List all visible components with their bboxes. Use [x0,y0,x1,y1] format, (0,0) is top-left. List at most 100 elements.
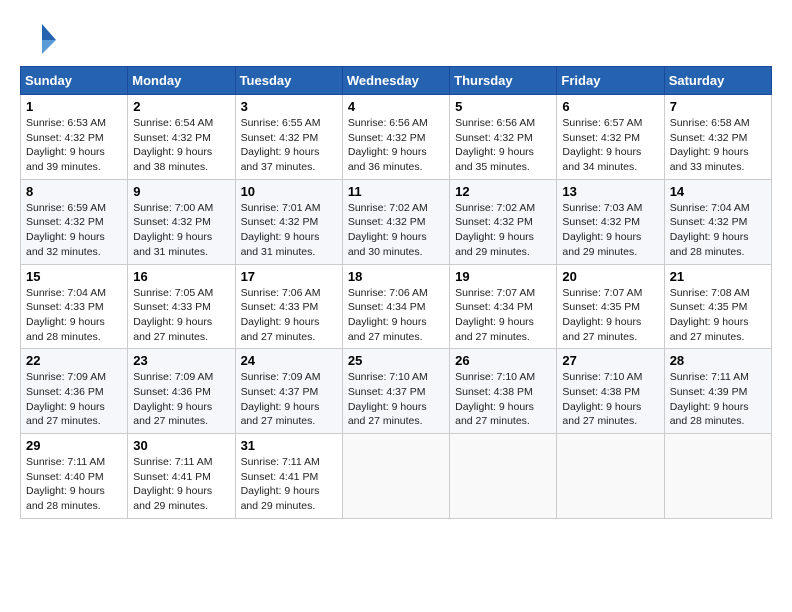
calendar-cell: 5 Sunrise: 6:56 AM Sunset: 4:32 PM Dayli… [450,95,557,180]
day-number: 31 [241,438,337,453]
calendar-cell: 13 Sunrise: 7:03 AM Sunset: 4:32 PM Dayl… [557,179,664,264]
calendar-cell: 23 Sunrise: 7:09 AM Sunset: 4:36 PM Dayl… [128,349,235,434]
day-info: Sunrise: 6:54 AM Sunset: 4:32 PM Dayligh… [133,116,229,175]
day-number: 17 [241,269,337,284]
calendar-cell: 27 Sunrise: 7:10 AM Sunset: 4:38 PM Dayl… [557,349,664,434]
calendar-cell: 22 Sunrise: 7:09 AM Sunset: 4:36 PM Dayl… [21,349,128,434]
calendar-cell: 21 Sunrise: 7:08 AM Sunset: 4:35 PM Dayl… [664,264,771,349]
day-number: 1 [26,99,122,114]
day-info: Sunrise: 7:01 AM Sunset: 4:32 PM Dayligh… [241,201,337,260]
day-info: Sunrise: 7:04 AM Sunset: 4:33 PM Dayligh… [26,286,122,345]
day-header-thursday: Thursday [450,67,557,95]
day-number: 10 [241,184,337,199]
day-number: 30 [133,438,229,453]
logo-icon [22,20,58,56]
calendar-cell: 25 Sunrise: 7:10 AM Sunset: 4:37 PM Dayl… [342,349,449,434]
calendar-cell [450,434,557,519]
day-info: Sunrise: 7:08 AM Sunset: 4:35 PM Dayligh… [670,286,766,345]
day-info: Sunrise: 6:56 AM Sunset: 4:32 PM Dayligh… [455,116,551,175]
day-info: Sunrise: 7:07 AM Sunset: 4:34 PM Dayligh… [455,286,551,345]
day-number: 7 [670,99,766,114]
day-number: 18 [348,269,444,284]
calendar-cell [664,434,771,519]
calendar-cell: 29 Sunrise: 7:11 AM Sunset: 4:40 PM Dayl… [21,434,128,519]
calendar-cell: 4 Sunrise: 6:56 AM Sunset: 4:32 PM Dayli… [342,95,449,180]
day-info: Sunrise: 7:05 AM Sunset: 4:33 PM Dayligh… [133,286,229,345]
day-header-saturday: Saturday [664,67,771,95]
calendar-table: SundayMondayTuesdayWednesdayThursdayFrid… [20,66,772,519]
day-number: 26 [455,353,551,368]
calendar-cell: 11 Sunrise: 7:02 AM Sunset: 4:32 PM Dayl… [342,179,449,264]
calendar-cell: 1 Sunrise: 6:53 AM Sunset: 4:32 PM Dayli… [21,95,128,180]
day-header-monday: Monday [128,67,235,95]
calendar-cell: 19 Sunrise: 7:07 AM Sunset: 4:34 PM Dayl… [450,264,557,349]
logo [20,20,58,56]
calendar-cell: 2 Sunrise: 6:54 AM Sunset: 4:32 PM Dayli… [128,95,235,180]
day-number: 27 [562,353,658,368]
calendar-cell: 12 Sunrise: 7:02 AM Sunset: 4:32 PM Dayl… [450,179,557,264]
day-number: 12 [455,184,551,199]
calendar-cell: 17 Sunrise: 7:06 AM Sunset: 4:33 PM Dayl… [235,264,342,349]
day-number: 5 [455,99,551,114]
day-info: Sunrise: 6:59 AM Sunset: 4:32 PM Dayligh… [26,201,122,260]
day-info: Sunrise: 7:10 AM Sunset: 4:38 PM Dayligh… [562,370,658,429]
header [20,20,772,56]
day-header-friday: Friday [557,67,664,95]
calendar-cell: 6 Sunrise: 6:57 AM Sunset: 4:32 PM Dayli… [557,95,664,180]
day-info: Sunrise: 7:00 AM Sunset: 4:32 PM Dayligh… [133,201,229,260]
calendar-cell: 14 Sunrise: 7:04 AM Sunset: 4:32 PM Dayl… [664,179,771,264]
day-number: 8 [26,184,122,199]
day-header-sunday: Sunday [21,67,128,95]
day-number: 2 [133,99,229,114]
day-number: 22 [26,353,122,368]
days-header-row: SundayMondayTuesdayWednesdayThursdayFrid… [21,67,772,95]
calendar-cell: 9 Sunrise: 7:00 AM Sunset: 4:32 PM Dayli… [128,179,235,264]
calendar-cell: 15 Sunrise: 7:04 AM Sunset: 4:33 PM Dayl… [21,264,128,349]
day-number: 9 [133,184,229,199]
day-info: Sunrise: 7:06 AM Sunset: 4:34 PM Dayligh… [348,286,444,345]
day-number: 6 [562,99,658,114]
day-number: 14 [670,184,766,199]
day-number: 25 [348,353,444,368]
day-info: Sunrise: 6:53 AM Sunset: 4:32 PM Dayligh… [26,116,122,175]
day-number: 3 [241,99,337,114]
week-row-3: 15 Sunrise: 7:04 AM Sunset: 4:33 PM Dayl… [21,264,772,349]
calendar-cell [342,434,449,519]
calendar-cell: 10 Sunrise: 7:01 AM Sunset: 4:32 PM Dayl… [235,179,342,264]
week-row-4: 22 Sunrise: 7:09 AM Sunset: 4:36 PM Dayl… [21,349,772,434]
day-number: 24 [241,353,337,368]
calendar-cell: 7 Sunrise: 6:58 AM Sunset: 4:32 PM Dayli… [664,95,771,180]
day-header-wednesday: Wednesday [342,67,449,95]
day-info: Sunrise: 7:09 AM Sunset: 4:37 PM Dayligh… [241,370,337,429]
day-info: Sunrise: 7:11 AM Sunset: 4:41 PM Dayligh… [241,455,337,514]
calendar-cell: 31 Sunrise: 7:11 AM Sunset: 4:41 PM Dayl… [235,434,342,519]
day-number: 16 [133,269,229,284]
calendar-cell: 18 Sunrise: 7:06 AM Sunset: 4:34 PM Dayl… [342,264,449,349]
day-info: Sunrise: 7:09 AM Sunset: 4:36 PM Dayligh… [133,370,229,429]
day-number: 13 [562,184,658,199]
day-header-tuesday: Tuesday [235,67,342,95]
day-number: 11 [348,184,444,199]
day-info: Sunrise: 7:11 AM Sunset: 4:41 PM Dayligh… [133,455,229,514]
day-info: Sunrise: 7:04 AM Sunset: 4:32 PM Dayligh… [670,201,766,260]
day-number: 15 [26,269,122,284]
week-row-5: 29 Sunrise: 7:11 AM Sunset: 4:40 PM Dayl… [21,434,772,519]
calendar-cell: 24 Sunrise: 7:09 AM Sunset: 4:37 PM Dayl… [235,349,342,434]
day-number: 19 [455,269,551,284]
week-row-1: 1 Sunrise: 6:53 AM Sunset: 4:32 PM Dayli… [21,95,772,180]
day-info: Sunrise: 7:06 AM Sunset: 4:33 PM Dayligh… [241,286,337,345]
day-info: Sunrise: 7:10 AM Sunset: 4:37 PM Dayligh… [348,370,444,429]
day-info: Sunrise: 6:55 AM Sunset: 4:32 PM Dayligh… [241,116,337,175]
day-info: Sunrise: 7:02 AM Sunset: 4:32 PM Dayligh… [348,201,444,260]
calendar-cell: 20 Sunrise: 7:07 AM Sunset: 4:35 PM Dayl… [557,264,664,349]
day-number: 20 [562,269,658,284]
calendar-cell: 28 Sunrise: 7:11 AM Sunset: 4:39 PM Dayl… [664,349,771,434]
day-info: Sunrise: 6:57 AM Sunset: 4:32 PM Dayligh… [562,116,658,175]
day-info: Sunrise: 6:56 AM Sunset: 4:32 PM Dayligh… [348,116,444,175]
day-info: Sunrise: 7:07 AM Sunset: 4:35 PM Dayligh… [562,286,658,345]
day-info: Sunrise: 6:58 AM Sunset: 4:32 PM Dayligh… [670,116,766,175]
day-info: Sunrise: 7:10 AM Sunset: 4:38 PM Dayligh… [455,370,551,429]
day-number: 21 [670,269,766,284]
calendar-cell: 3 Sunrise: 6:55 AM Sunset: 4:32 PM Dayli… [235,95,342,180]
day-number: 28 [670,353,766,368]
